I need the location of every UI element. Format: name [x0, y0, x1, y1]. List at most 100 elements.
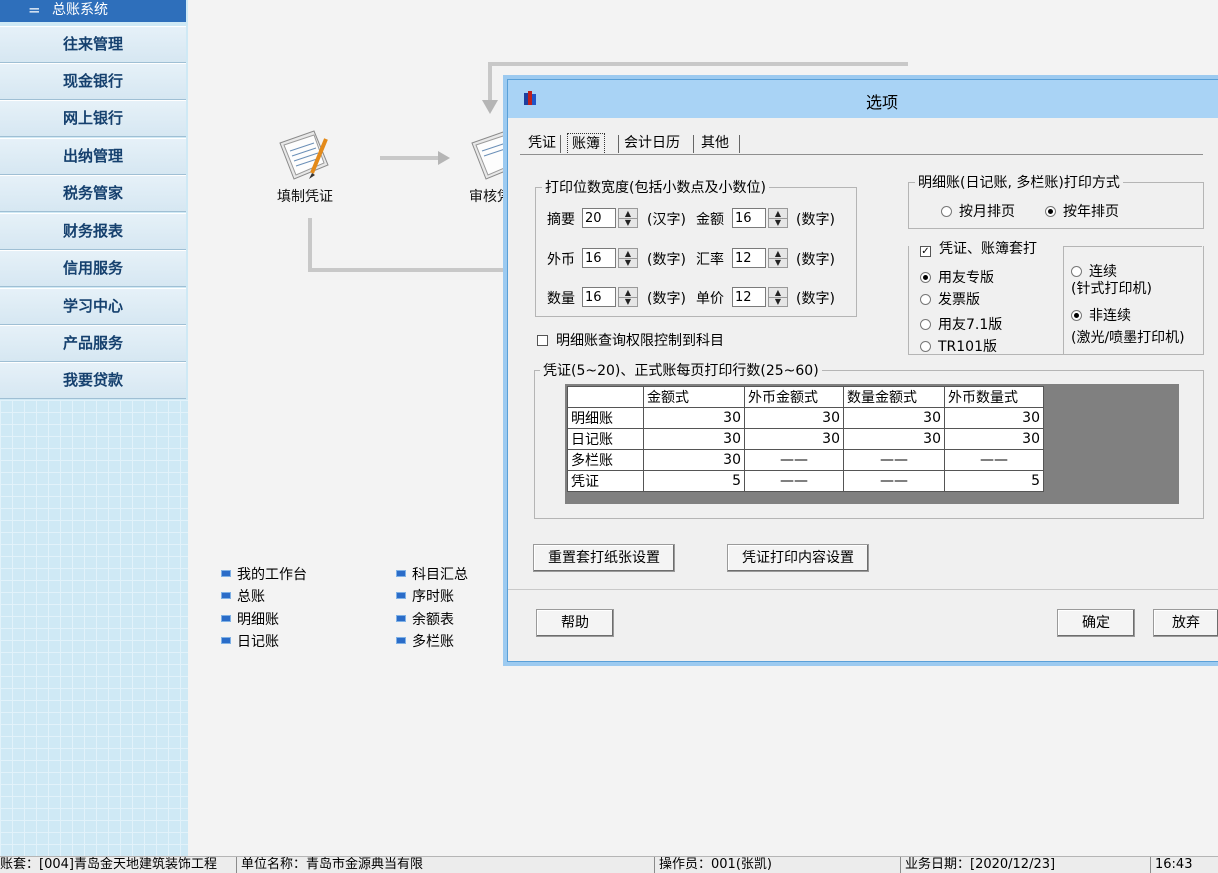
table-cell[interactable]: 30: [843, 407, 945, 429]
stepper-down-icon[interactable]: ▼: [769, 297, 787, 306]
stepper-buttons[interactable]: ▲ ▼: [618, 208, 638, 228]
sidebar-item-products[interactable]: 产品服务: [0, 325, 186, 362]
voucher-print-content-button[interactable]: 凭证打印内容设置: [727, 544, 869, 572]
stepper-buttons[interactable]: ▲ ▼: [618, 248, 638, 268]
flow-node-voucher-entry[interactable]: 填制凭证: [277, 186, 333, 206]
voucher-entry-icon[interactable]: [276, 125, 336, 185]
stepper-down-icon[interactable]: ▼: [619, 297, 637, 306]
stepper-down-icon[interactable]: ▼: [619, 258, 637, 267]
unit-label: (数字): [647, 252, 686, 268]
radio-tr101[interactable]: TR101版: [920, 336, 997, 356]
unit-price-width-input[interactable]: [732, 287, 766, 307]
table-cell: ——: [744, 470, 844, 492]
radio-icon[interactable]: [920, 294, 931, 305]
query-permission-checkbox[interactable]: 明细账查询权限控制到科目: [537, 330, 724, 350]
stepper-buttons[interactable]: ▲ ▼: [618, 287, 638, 307]
radio-selected-icon[interactable]: [1045, 206, 1056, 217]
reset-paper-settings-button[interactable]: 重置套打纸张设置: [533, 544, 675, 572]
cancel-button[interactable]: 放弃: [1153, 609, 1218, 637]
column-header: 金额式: [643, 386, 745, 408]
link-my-workbench[interactable]: 我的工作台: [221, 564, 307, 584]
ok-button[interactable]: 确定: [1057, 609, 1135, 637]
amount-width-stepper[interactable]: ▲▼: [732, 208, 792, 230]
link-chronological-ledger[interactable]: 序时账: [396, 586, 454, 606]
foreign-currency-label: 外币: [547, 252, 575, 268]
radio-invoice-version[interactable]: 发票版: [920, 289, 980, 309]
table-cell[interactable]: 30: [944, 407, 1044, 429]
sidebar-item-accounts[interactable]: 往来管理: [0, 26, 186, 63]
dialog-titlebar[interactable]: 选项: [508, 80, 1218, 118]
sidebar-item-reports[interactable]: 财务报表: [0, 213, 186, 250]
table-cell[interactable]: 30: [643, 407, 745, 429]
bullet-icon: [396, 636, 406, 644]
link-balance-sheet[interactable]: 余额表: [396, 609, 454, 629]
radio-selected-icon[interactable]: [920, 272, 931, 283]
sidebar-item-online-bank[interactable]: 网上银行: [0, 100, 186, 137]
quantity-width-stepper[interactable]: ▲▼: [582, 287, 642, 309]
help-button[interactable]: 帮助: [536, 609, 614, 637]
summary-width-stepper[interactable]: ▲▼: [582, 208, 642, 230]
summary-label: 摘要: [547, 212, 575, 228]
table-cell: ——: [843, 449, 945, 471]
foreign-currency-width-input[interactable]: [582, 248, 616, 268]
summary-width-input[interactable]: [582, 208, 616, 228]
table-cell: ——: [843, 470, 945, 492]
collapse-icon[interactable]: =: [28, 0, 41, 20]
tab-ledger[interactable]: 账簿: [567, 133, 605, 155]
unit-price-width-stepper[interactable]: ▲▼: [732, 287, 792, 309]
link-detail-ledger[interactable]: 明细账: [221, 609, 279, 629]
table-cell[interactable]: 30: [744, 428, 844, 450]
stepper-down-icon[interactable]: ▼: [619, 218, 637, 227]
table-cell[interactable]: 5: [944, 470, 1044, 492]
link-account-summary[interactable]: 科目汇总: [396, 564, 468, 584]
radio-icon[interactable]: [920, 319, 931, 330]
tab-other[interactable]: 其他: [701, 132, 729, 154]
amount-width-input[interactable]: [732, 208, 766, 228]
quantity-width-input[interactable]: [582, 287, 616, 307]
radio-non-continuous-paper[interactable]: 非连续: [1071, 305, 1131, 325]
link-journal[interactable]: 日记账: [221, 631, 279, 651]
table-cell[interactable]: 5: [643, 470, 745, 492]
radio-yearly-paging[interactable]: 按年排页: [1045, 201, 1119, 221]
sidebar-item-general-ledger[interactable]: = 总账系统: [0, 0, 186, 22]
table-cell[interactable]: 30: [944, 428, 1044, 450]
radio-yonyou-71[interactable]: 用友7.1版: [920, 314, 1002, 334]
link-general-ledger[interactable]: 总账: [221, 586, 265, 606]
stepper-down-icon[interactable]: ▼: [769, 218, 787, 227]
radio-monthly-paging[interactable]: 按月排页: [941, 201, 1015, 221]
exchange-rate-width-stepper[interactable]: ▲▼: [732, 248, 792, 270]
foreign-currency-width-stepper[interactable]: ▲▼: [582, 248, 642, 270]
table-cell[interactable]: 30: [643, 449, 745, 471]
dot-matrix-printer-label: (针式打印机): [1071, 281, 1152, 297]
sidebar-item-loan[interactable]: 我要贷款: [0, 362, 186, 399]
table-cell[interactable]: 30: [643, 428, 745, 450]
radio-yonyou-special[interactable]: 用友专版: [920, 267, 994, 287]
lines-per-page-grid: 金额式 外币金额式 数量金额式 外币数量式 明细账 30 30 30 30 日记…: [565, 384, 1179, 504]
exchange-rate-width-input[interactable]: [732, 248, 766, 268]
flow-line: [308, 218, 312, 270]
stepper-buttons[interactable]: ▲ ▼: [768, 208, 788, 228]
tab-voucher[interactable]: 凭证: [528, 132, 556, 154]
stepper-buttons[interactable]: ▲ ▼: [768, 287, 788, 307]
tab-separator: [560, 135, 561, 153]
table-cell[interactable]: 30: [744, 407, 844, 429]
checkbox-icon[interactable]: [537, 335, 548, 346]
sidebar-item-tax[interactable]: 税务管家: [0, 175, 186, 212]
sidebar-item-cash-bank[interactable]: 现金银行: [0, 63, 186, 100]
sidebar-background-grid: [0, 400, 188, 856]
flow-node-voucher-audit[interactable]: 审核凭: [469, 186, 511, 206]
radio-icon[interactable]: [920, 341, 931, 352]
radio-selected-icon[interactable]: [1071, 310, 1082, 321]
radio-icon[interactable]: [1071, 266, 1082, 277]
sidebar-item-credit[interactable]: 信用服务: [0, 250, 186, 287]
flow-line: [488, 62, 908, 66]
stepper-buttons[interactable]: ▲ ▼: [768, 248, 788, 268]
sidebar-item-cashier[interactable]: 出纳管理: [0, 138, 186, 175]
stepper-down-icon[interactable]: ▼: [769, 258, 787, 267]
link-multi-column-ledger[interactable]: 多栏账: [396, 631, 454, 651]
radio-icon[interactable]: [941, 206, 952, 217]
sidebar-item-learning[interactable]: 学习中心: [0, 288, 186, 325]
table-cell[interactable]: 30: [843, 428, 945, 450]
tab-accounting-calendar[interactable]: 会计日历: [624, 132, 680, 154]
detail-print-mode-title: 明细账(日记账, 多栏账)打印方式: [915, 172, 1123, 192]
